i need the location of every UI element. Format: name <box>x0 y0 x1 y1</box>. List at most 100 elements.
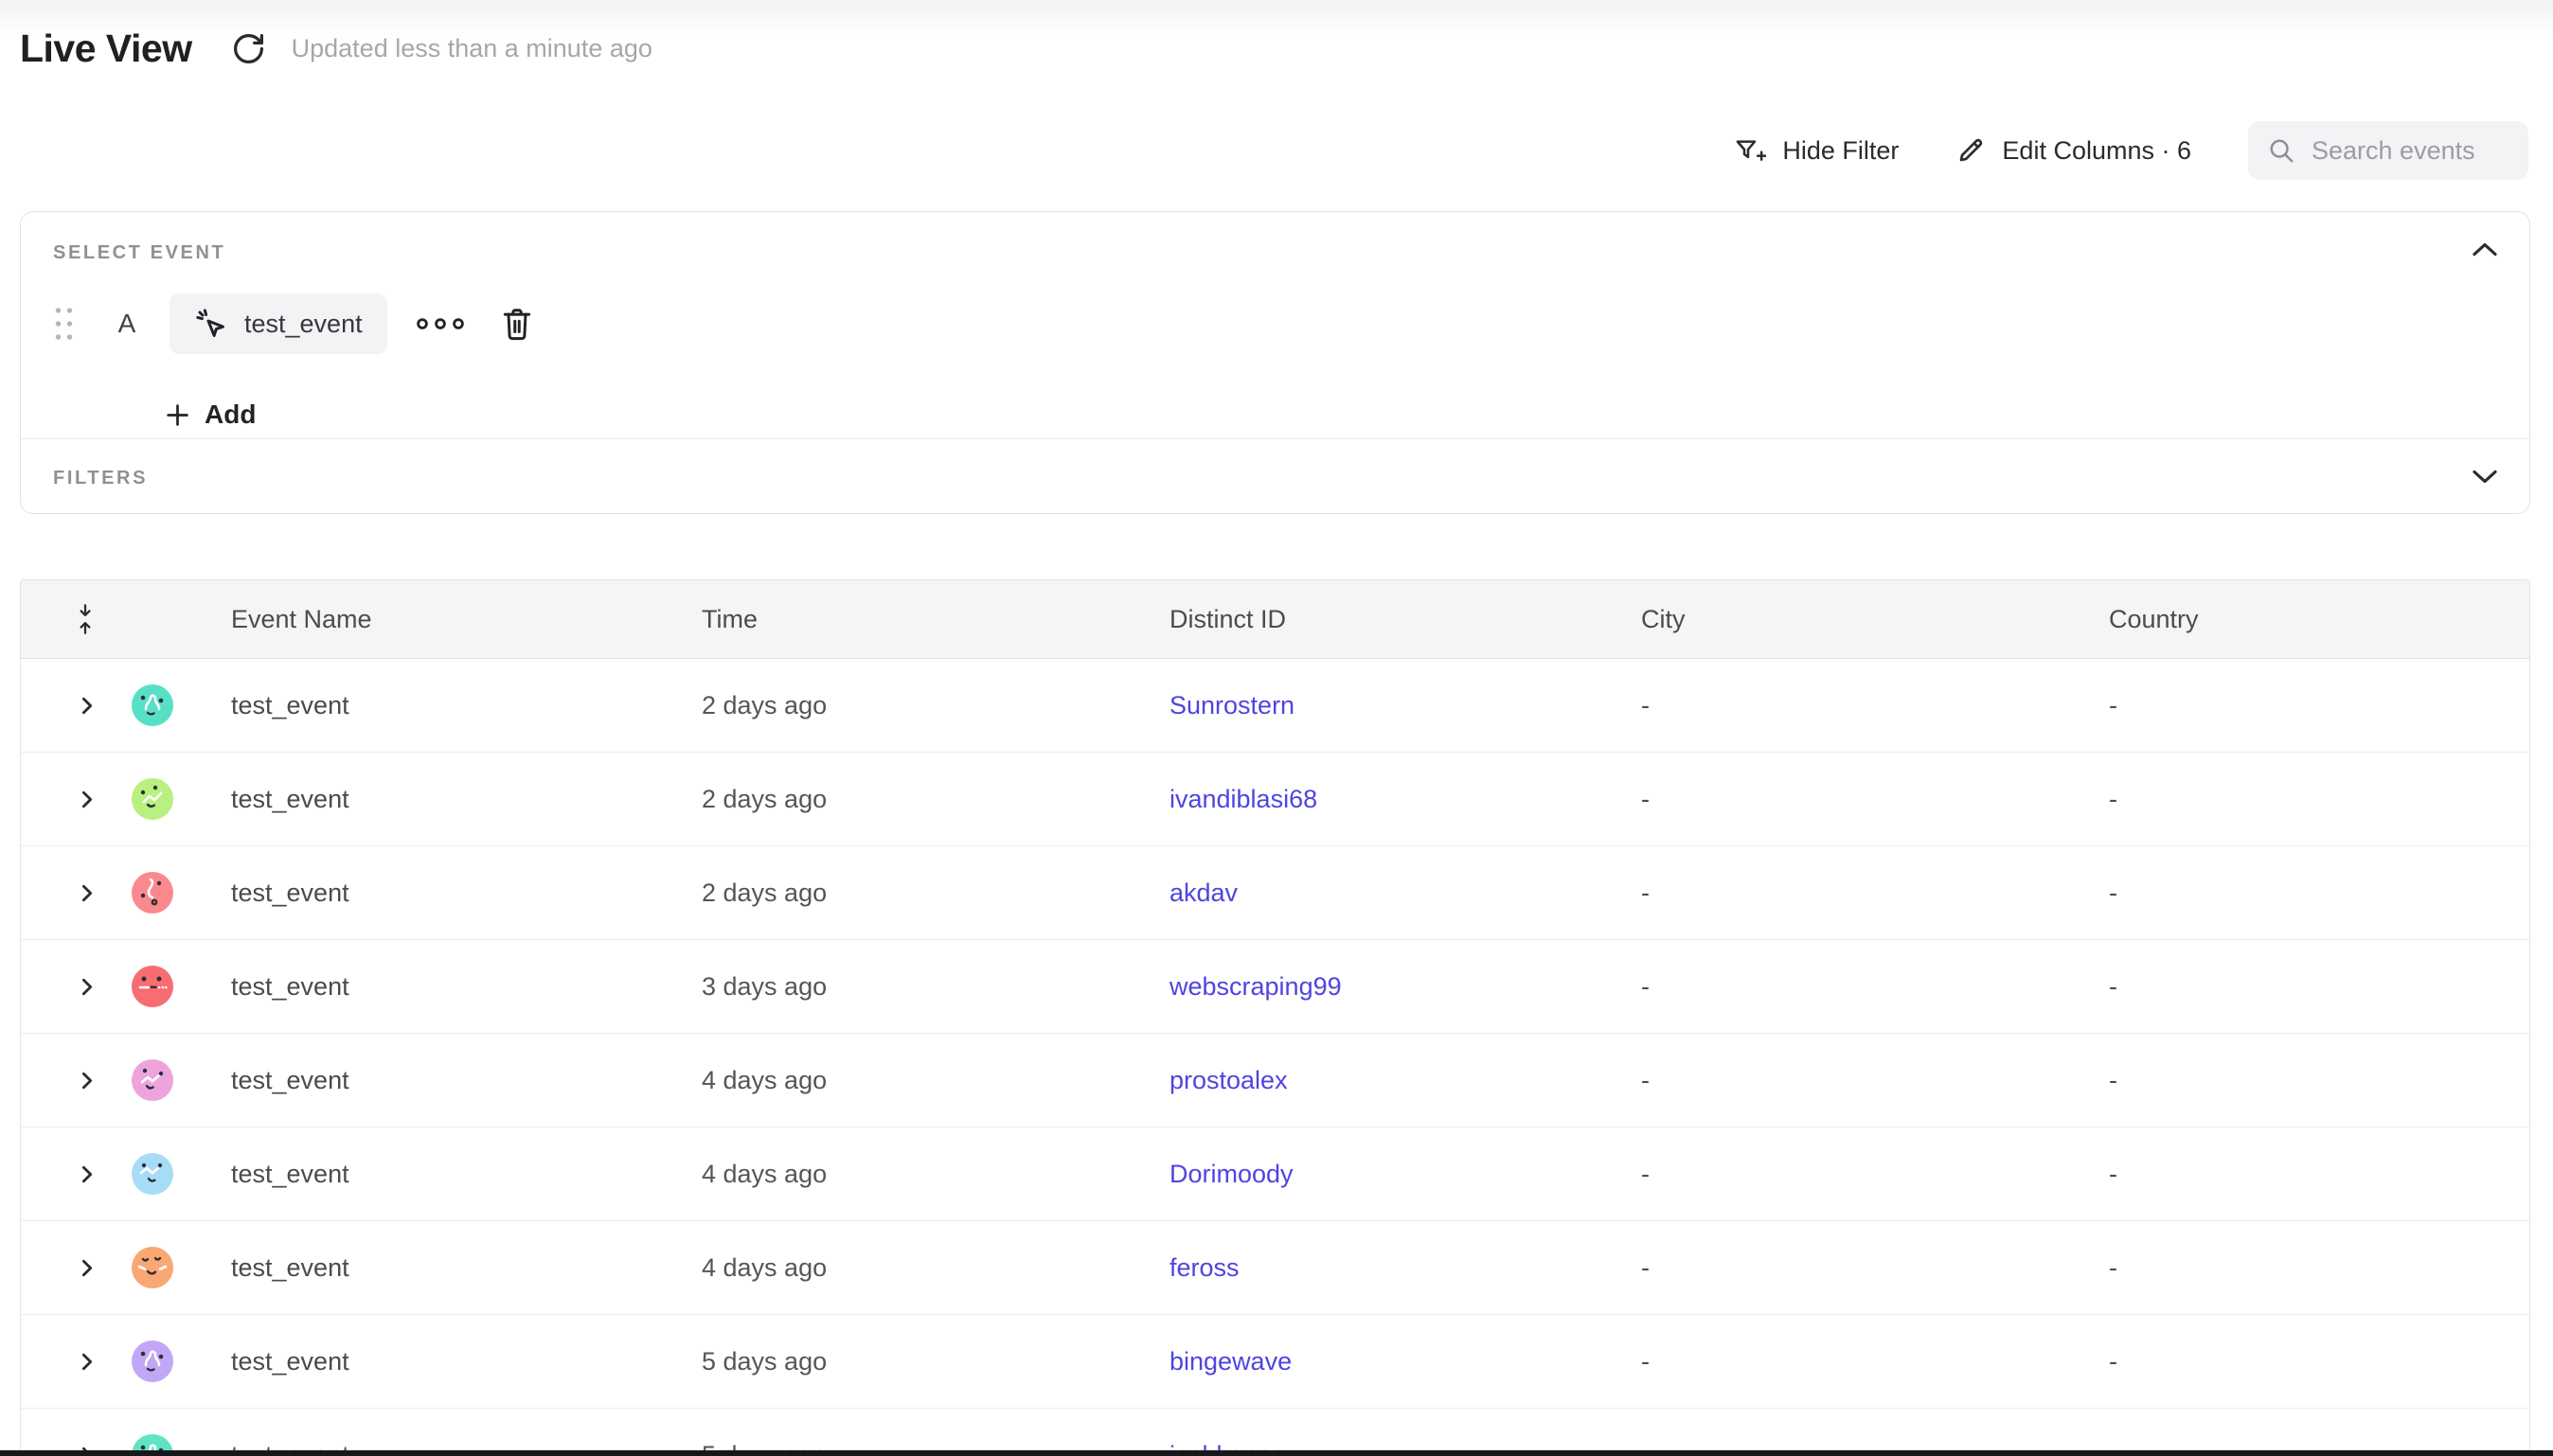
time-cell: 3 days ago <box>702 972 1169 1002</box>
collapse-rows-icon <box>75 603 96 635</box>
distinct-id-link[interactable]: feross <box>1169 1253 1240 1282</box>
country-cell: - <box>2109 879 2529 908</box>
column-header-country: Country <box>2109 605 2529 634</box>
row-expand-button[interactable] <box>75 1069 98 1092</box>
row-expand-button[interactable] <box>75 788 98 811</box>
edit-columns-label: Edit Columns · 6 <box>2002 136 2191 166</box>
events-table: Event Name Time Distinct ID City Country… <box>20 579 2530 1456</box>
city-cell: - <box>1641 1347 2109 1376</box>
table-row: test_event 5 days ago bingewave - - <box>21 1315 2529 1409</box>
hide-filter-button[interactable]: Hide Filter <box>1734 136 1899 166</box>
chevron-right-icon <box>75 1256 98 1280</box>
avatar <box>132 1153 173 1195</box>
row-expand-button[interactable] <box>75 1256 98 1280</box>
row-expand-button[interactable] <box>75 1163 98 1186</box>
chevron-down-icon <box>2471 468 2499 486</box>
distinct-id-link[interactable]: Dorimoody <box>1169 1160 1294 1188</box>
title-row: Live View Updated less than a minute ago <box>20 27 652 71</box>
avatar <box>132 1341 173 1382</box>
event-clause-row: A test_event <box>53 293 533 354</box>
column-header-distinct-id: Distinct ID <box>1169 605 1641 634</box>
row-expand-button[interactable] <box>75 694 98 718</box>
table-row: test_event 5 days ago jashkenas - - <box>21 1409 2529 1456</box>
chevron-right-icon <box>75 1163 98 1186</box>
city-cell: - <box>1641 972 2109 1002</box>
country-cell: - <box>2109 1160 2529 1189</box>
chevron-up-icon <box>2471 240 2499 258</box>
distinct-id-link[interactable]: webscraping99 <box>1169 972 1342 1001</box>
filter-plus-icon <box>1734 136 1766 165</box>
time-cell: 2 days ago <box>702 691 1169 720</box>
updated-status-text: Updated less than a minute ago <box>292 34 652 63</box>
event-name-cell: test_event <box>231 1253 702 1283</box>
row-expand-button[interactable] <box>75 1350 98 1374</box>
avatar <box>132 684 173 726</box>
delete-event-button[interactable] <box>501 306 533 342</box>
event-name-cell: test_event <box>231 785 702 814</box>
event-name-cell: test_event <box>231 972 702 1002</box>
distinct-id-link[interactable]: ivandiblasi68 <box>1169 785 1317 813</box>
column-header-city: City <box>1641 605 2109 634</box>
row-expand-button[interactable] <box>75 975 98 999</box>
event-selector-pill[interactable]: test_event <box>170 293 387 354</box>
avatar <box>132 778 173 820</box>
city-cell: - <box>1641 1253 2109 1283</box>
time-cell: 4 days ago <box>702 1160 1169 1189</box>
hide-filter-label: Hide Filter <box>1782 136 1899 166</box>
table-row: test_event 4 days ago prostoalex - - <box>21 1034 2529 1128</box>
expand-filters-button[interactable] <box>2467 464 2503 489</box>
trash-icon <box>501 306 533 342</box>
country-cell: - <box>2109 691 2529 720</box>
refresh-button[interactable] <box>231 31 266 66</box>
table-row: test_event 4 days ago feross - - <box>21 1221 2529 1315</box>
avatar <box>132 1247 173 1288</box>
distinct-id-link[interactable]: prostoalex <box>1169 1066 1288 1094</box>
add-event-button[interactable]: Add <box>165 400 256 430</box>
city-cell: - <box>1641 1160 2109 1189</box>
event-pill-label: test_event <box>244 310 363 339</box>
event-name-cell: test_event <box>231 1066 702 1095</box>
row-expand-button[interactable] <box>75 881 98 905</box>
refresh-icon <box>231 31 266 66</box>
distinct-id-link[interactable]: bingewave <box>1169 1347 1292 1376</box>
chevron-right-icon <box>75 1069 98 1092</box>
table-row: test_event 2 days ago akdav - - <box>21 846 2529 940</box>
distinct-id-link[interactable]: Sunrostern <box>1169 691 1294 719</box>
panel-divider <box>21 438 2529 439</box>
country-cell: - <box>2109 1253 2529 1283</box>
table-row: test_event 4 days ago Dorimoody - - <box>21 1128 2529 1221</box>
pencil-icon <box>1955 135 1986 166</box>
table-row: test_event 2 days ago Sunrostern - - <box>21 659 2529 753</box>
time-cell: 2 days ago <box>702 879 1169 908</box>
collapse-select-event-button[interactable] <box>2467 237 2503 262</box>
search-box[interactable] <box>2248 121 2528 180</box>
more-options-button[interactable] <box>416 312 465 335</box>
distinct-id-link[interactable]: akdav <box>1169 879 1238 907</box>
country-cell: - <box>2109 972 2529 1002</box>
chevron-right-icon <box>75 881 98 905</box>
chevron-right-icon <box>75 788 98 811</box>
chevron-right-icon <box>75 975 98 999</box>
city-cell: - <box>1641 1066 2109 1095</box>
edit-columns-button[interactable]: Edit Columns · 6 <box>1955 135 2191 166</box>
more-options-icon <box>416 312 465 335</box>
event-name-cell: test_event <box>231 1160 702 1189</box>
cursor-click-icon <box>194 307 228 341</box>
column-header-event-name: Event Name <box>231 605 702 634</box>
drag-handle-icon[interactable] <box>53 305 75 343</box>
live-view-page: { "header": { "title": "Live View", "upd… <box>0 0 2553 1456</box>
search-input[interactable] <box>2310 135 2509 167</box>
chevron-right-icon <box>75 694 98 718</box>
event-series-letter: A <box>115 309 139 339</box>
collapse-rows-button[interactable] <box>75 603 96 635</box>
time-cell: 5 days ago <box>702 1347 1169 1376</box>
time-cell: 4 days ago <box>702 1253 1169 1283</box>
toolbar: Hide Filter Edit Columns · 6 <box>1734 121 2528 180</box>
table-row: test_event 3 days ago webscraping99 - - <box>21 940 2529 1034</box>
event-name-cell: test_event <box>231 1347 702 1376</box>
filters-label: FILTERS <box>53 468 148 489</box>
query-builder-panel: SELECT EVENT A <box>20 211 2530 514</box>
avatar <box>132 872 173 914</box>
event-name-cell: test_event <box>231 691 702 720</box>
select-event-label: SELECT EVENT <box>53 242 225 264</box>
